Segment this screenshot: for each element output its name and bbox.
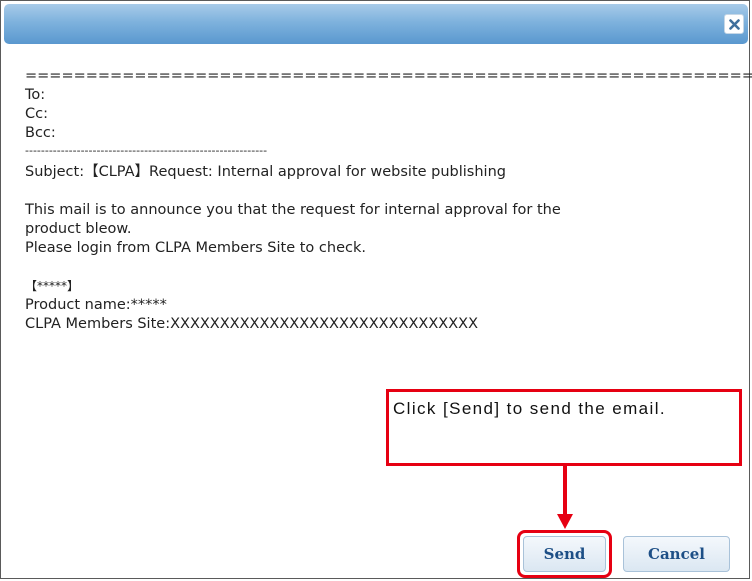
close-button[interactable] xyxy=(724,14,744,34)
send-button-highlight xyxy=(517,530,612,578)
members-site-line: CLPA Members Site:XXXXXXXXXXXXXXXXXXXXXX… xyxy=(25,316,479,332)
close-x-icon xyxy=(729,19,740,30)
dialog-titlebar xyxy=(4,4,748,44)
body-line-3: Please login from CLPA Members Site to c… xyxy=(25,240,366,256)
cancel-button[interactable]: Cancel xyxy=(623,536,730,572)
bracket-line: 【*****】 xyxy=(25,279,80,293)
separator-mid: ----------------------------------------… xyxy=(25,144,268,157)
instruction-callout: Click [Send] to send the email. xyxy=(386,389,742,466)
body-line-1: This mail is to announce you that the re… xyxy=(25,202,561,218)
to-line: To: xyxy=(25,87,46,103)
callout-text: Click [Send] to send the email. xyxy=(393,399,667,418)
email-dialog: ========================================… xyxy=(0,0,752,579)
arrow-down-icon xyxy=(557,466,573,529)
body-line-2: product bleow. xyxy=(25,221,132,237)
separator-top: ========================================… xyxy=(25,68,752,84)
bcc-line: Bcc: xyxy=(25,125,56,141)
product-name-line: Product name:***** xyxy=(25,297,167,313)
mail-preview: ========================================… xyxy=(25,67,752,334)
cc-line: Cc: xyxy=(25,106,48,122)
subject-line: Subject:【CLPA】Request: Internal approval… xyxy=(25,164,506,180)
